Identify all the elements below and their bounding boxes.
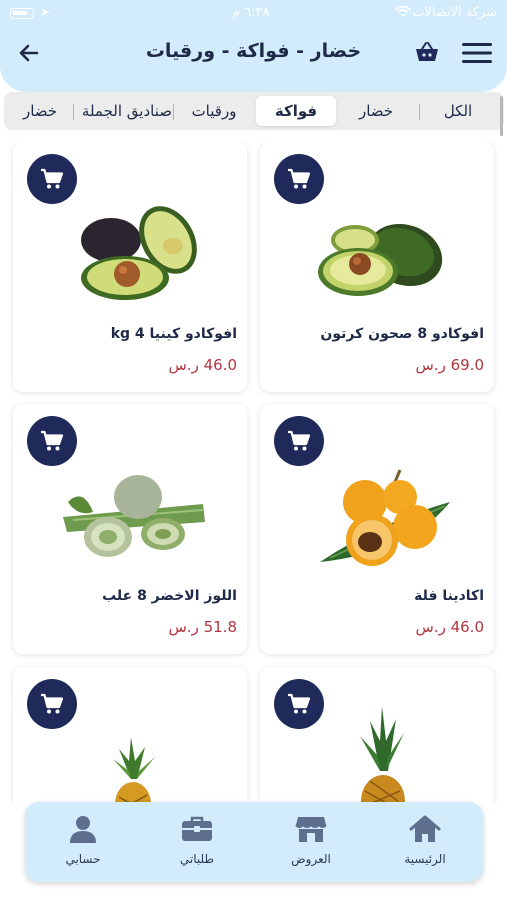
briefcase-icon — [180, 812, 214, 846]
loquat-image — [320, 469, 450, 566]
user-icon — [66, 812, 100, 846]
nav-label-account: حسابي — [65, 852, 101, 866]
product-grid: افوكادو 8 صحون كرتون 69.0 ر.س افوكادو كي… — [0, 142, 507, 802]
product-price: 69.0 ر.س — [415, 356, 485, 374]
product-name: اكادينا فلة — [414, 588, 484, 604]
product-name: افوكادو كينيا 4 kg — [110, 326, 237, 342]
tab-fruits[interactable]: فواكة — [256, 96, 336, 126]
tab-divider — [419, 104, 420, 120]
nav-label-orders: طلباتي — [179, 852, 215, 866]
nav-item-home[interactable]: الرئيسية — [375, 812, 475, 874]
menu-button[interactable] — [461, 40, 493, 66]
back-arrow-button[interactable] — [14, 38, 44, 68]
add-to-cart-button[interactable] — [274, 154, 324, 204]
product-card[interactable]: اللوز الاخضر 8 علب 51.8 ر.س — [13, 404, 247, 654]
nav-label-offers: العروض — [291, 852, 331, 866]
cart-icon — [41, 430, 64, 451]
add-to-cart-button[interactable] — [27, 154, 77, 204]
product-price: 46.0 ر.س — [168, 356, 238, 374]
tab-leafy[interactable]: ورقيات — [176, 96, 252, 126]
pineapple-image — [360, 706, 405, 802]
page-title: خضار - فواكة - ورقيات — [145, 40, 362, 62]
tab-vegetables[interactable]: خضار — [338, 96, 414, 126]
tabs-scrollbar[interactable] — [500, 96, 503, 136]
cart-icon — [288, 168, 311, 189]
location-arrow-icon: ➤ — [40, 5, 51, 19]
cart-icon — [41, 693, 64, 714]
product-price: 51.8 ر.س — [168, 618, 238, 636]
product-name: افوكادو 8 صحون كرتون — [320, 326, 484, 342]
app-header: شركة الاتصالات ٦:٣٨ م ➤ خضار - فواكة - و… — [0, 0, 507, 92]
store-icon — [294, 812, 328, 846]
pineapple-image — [113, 737, 155, 802]
product-price: 46.0 ر.س — [415, 618, 485, 636]
add-to-cart-button[interactable] — [27, 416, 77, 466]
wifi-icon — [395, 6, 411, 17]
product-card[interactable] — [13, 667, 247, 802]
tab-divider — [173, 104, 174, 120]
add-to-cart-button[interactable] — [27, 679, 77, 729]
tab-divider — [73, 104, 74, 120]
nav-item-offers[interactable]: العروض — [261, 812, 361, 874]
product-card[interactable]: افوكادو كينيا 4 kg 46.0 ر.س — [13, 142, 247, 392]
nav-label-home: الرئيسية — [404, 852, 446, 866]
tab-all[interactable]: الكل — [418, 96, 498, 126]
avocado-image — [81, 206, 197, 300]
tab-vegetables-2[interactable]: خضار — [8, 96, 72, 126]
product-card[interactable]: افوكادو 8 صحون كرتون 69.0 ر.س — [260, 142, 494, 392]
status-bar: شركة الاتصالات ٦:٣٨ م ➤ — [0, 0, 507, 28]
avocado-image — [318, 223, 443, 296]
basket-button[interactable] — [413, 38, 441, 66]
hamburger-menu-icon — [462, 43, 492, 63]
home-icon — [408, 812, 442, 846]
clock-label: ٦:٣٨ م — [232, 5, 270, 20]
basket-icon — [416, 42, 438, 61]
cart-icon — [41, 168, 64, 189]
product-card[interactable] — [260, 667, 494, 802]
product-card[interactable]: اكادينا فلة 46.0 ر.س — [260, 404, 494, 654]
green-almond-image — [63, 475, 205, 557]
carrier-label: شركة الاتصالات — [412, 5, 497, 20]
add-to-cart-button[interactable] — [274, 416, 324, 466]
category-tabs: الكل خضار فواكة ورقيات صناديق الجملة خضا… — [4, 92, 504, 130]
tab-wholesale-boxes[interactable]: صناديق الجملة — [76, 96, 172, 126]
screen: شركة الاتصالات ٦:٣٨ م ➤ خضار - فواكة - و… — [0, 0, 507, 900]
cart-icon — [288, 430, 311, 451]
bottom-nav: الرئيسية العروض طلباتي حسابي — [25, 802, 483, 882]
nav-item-orders[interactable]: طلباتي — [147, 812, 247, 874]
battery-icon — [10, 8, 34, 19]
product-name: اللوز الاخضر 8 علب — [102, 588, 237, 604]
nav-item-account[interactable]: حسابي — [33, 812, 133, 874]
back-arrow-icon — [19, 44, 39, 62]
